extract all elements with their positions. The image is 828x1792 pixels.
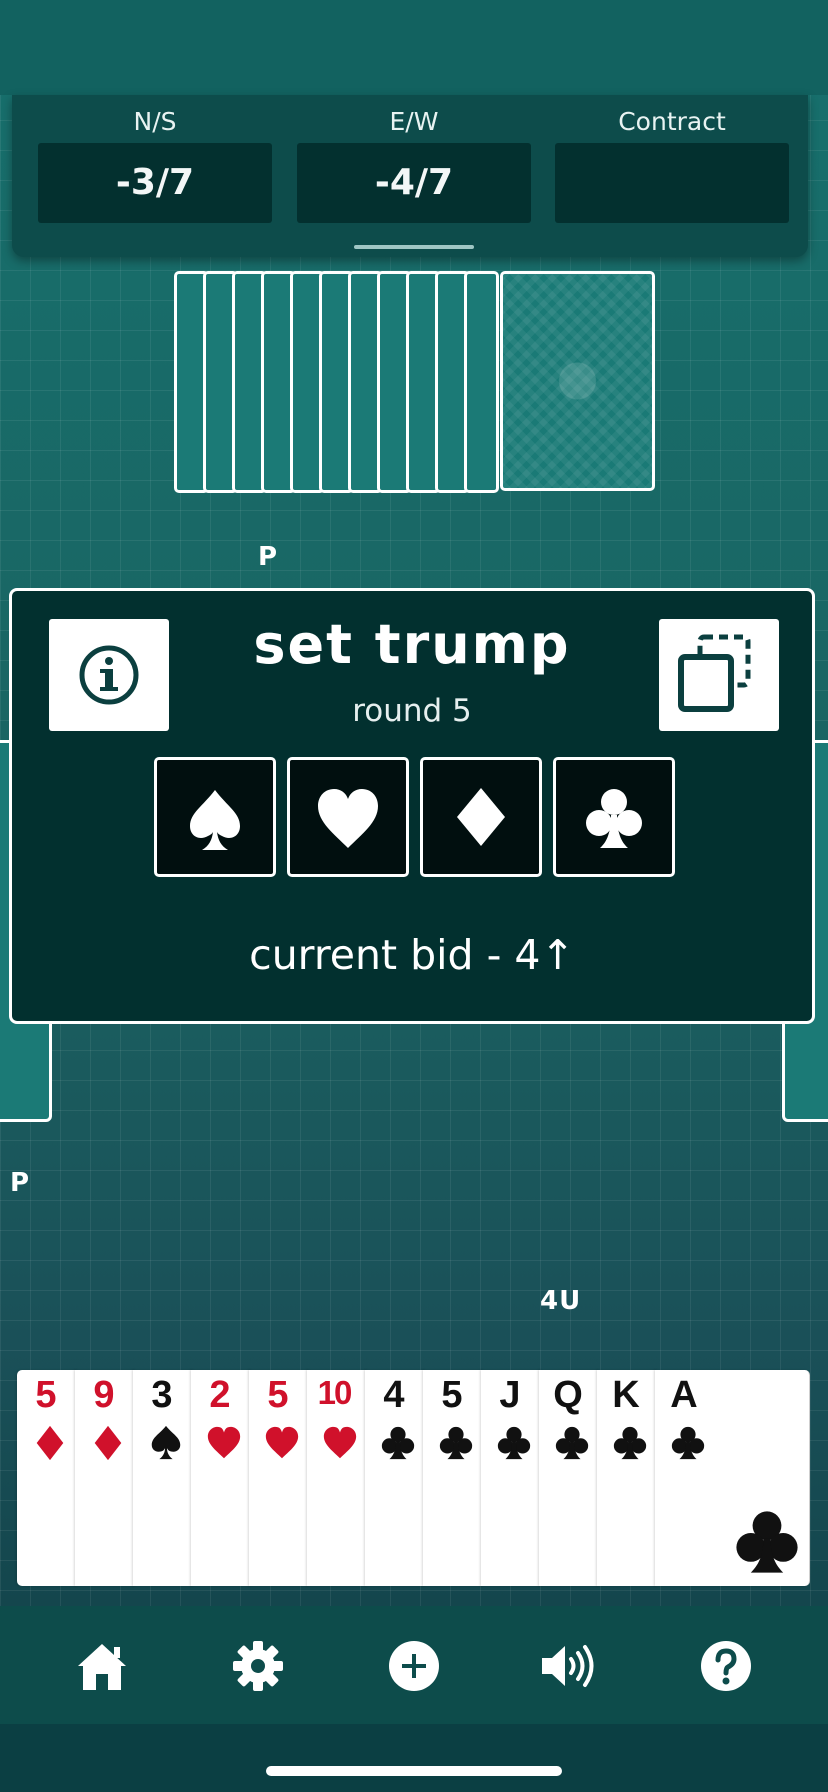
info-button[interactable] xyxy=(49,619,169,731)
heart-icon xyxy=(207,1426,241,1459)
hand-card[interactable]: 5 xyxy=(249,1370,310,1586)
dialog-title: set trump xyxy=(253,613,571,676)
hand-card[interactable]: 9 xyxy=(75,1370,136,1586)
add-button[interactable] xyxy=(384,1636,444,1696)
contract-score: Contract xyxy=(555,105,789,223)
card-rank: J xyxy=(499,1374,521,1416)
home-indicator[interactable] xyxy=(266,1766,562,1776)
current-bid: current bid - 4↑ xyxy=(249,931,575,979)
hand-card[interactable]: J xyxy=(481,1370,542,1586)
ew-score: E/W -4/7 xyxy=(297,105,531,223)
heart-icon xyxy=(265,1426,299,1459)
club-suit-button[interactable] xyxy=(553,757,675,877)
diamond-icon xyxy=(94,1425,122,1461)
club-icon xyxy=(736,1511,798,1573)
card-rank: 3 xyxy=(151,1374,173,1416)
copy-button[interactable] xyxy=(659,619,779,731)
home-icon xyxy=(78,1644,126,1690)
card-back-top xyxy=(500,271,655,491)
player-hand: 5 9 3 2 5 10 4 5 J Q K A xyxy=(17,1370,811,1588)
spade-suit-button[interactable] xyxy=(154,757,276,877)
hand-card[interactable]: Q xyxy=(539,1370,600,1586)
help-icon xyxy=(701,1641,751,1691)
status-bar xyxy=(0,0,828,95)
card-rank: K xyxy=(612,1374,640,1416)
ns-score: N/S -3/7 xyxy=(38,105,272,223)
club-icon xyxy=(497,1426,531,1460)
round-label: round 5 xyxy=(352,693,472,729)
diamond-icon xyxy=(36,1425,64,1461)
hand-card[interactable]: K xyxy=(597,1370,658,1586)
set-trump-dialog: set trump round 5 current bid - 4↑ xyxy=(9,588,815,1024)
ew-value: -4/7 xyxy=(297,143,531,223)
hand-card[interactable]: 5 xyxy=(17,1370,78,1586)
card-rank: 4 xyxy=(383,1374,405,1416)
hand-card[interactable]: A xyxy=(655,1370,810,1586)
hand-card[interactable]: 5 xyxy=(423,1370,484,1586)
panel-drag-handle[interactable] xyxy=(354,245,474,249)
bottom-nav xyxy=(0,1606,828,1724)
heart-icon xyxy=(323,1426,357,1459)
sound-button[interactable] xyxy=(538,1636,598,1696)
card-rank: 5 xyxy=(35,1374,57,1416)
hand-card[interactable]: 10 xyxy=(307,1370,368,1586)
safe-area xyxy=(0,1724,828,1792)
card-rank: 10 xyxy=(317,1374,353,1411)
club-icon xyxy=(555,1426,589,1460)
score-panel[interactable]: N/S -3/7 E/W -4/7 Contract xyxy=(12,95,808,257)
club-icon xyxy=(586,789,642,848)
card-rank: 9 xyxy=(93,1374,115,1416)
heart-suit-button[interactable] xyxy=(287,757,409,877)
hand-card[interactable]: 4 xyxy=(365,1370,426,1586)
south-bid-marker: 4U xyxy=(540,1286,582,1316)
settings-icon xyxy=(233,1641,283,1691)
home-button[interactable] xyxy=(72,1636,132,1696)
card-rank: Q xyxy=(553,1374,583,1416)
settings-button[interactable] xyxy=(228,1636,288,1696)
north-hand xyxy=(174,271,655,493)
club-icon xyxy=(381,1426,415,1460)
sound-icon xyxy=(542,1645,594,1687)
ew-label: E/W xyxy=(389,107,439,136)
ns-label: N/S xyxy=(133,107,177,136)
card-rank: 5 xyxy=(267,1374,289,1416)
copy-icon xyxy=(678,634,751,712)
card-rank: 2 xyxy=(209,1374,231,1416)
west-bid-marker: P xyxy=(10,1168,31,1198)
diamond-icon xyxy=(457,788,505,846)
heart-icon xyxy=(318,789,378,848)
card-back xyxy=(464,271,499,493)
contract-label: Contract xyxy=(618,107,726,136)
club-icon xyxy=(439,1426,473,1460)
diamond-suit-button[interactable] xyxy=(420,757,542,877)
info-icon xyxy=(79,645,139,705)
ns-value: -3/7 xyxy=(38,143,272,223)
north-bid-marker: P xyxy=(258,542,279,572)
club-icon xyxy=(671,1426,705,1460)
spade-icon xyxy=(190,790,240,850)
hand-card[interactable]: 3 xyxy=(133,1370,194,1586)
contract-value xyxy=(555,143,789,223)
help-button[interactable] xyxy=(696,1636,756,1696)
add-icon xyxy=(389,1641,439,1691)
spade-icon xyxy=(151,1425,181,1460)
card-rank: 5 xyxy=(441,1374,463,1416)
hand-card[interactable]: 2 xyxy=(191,1370,252,1586)
club-icon xyxy=(613,1426,647,1460)
card-rank: A xyxy=(670,1374,698,1416)
